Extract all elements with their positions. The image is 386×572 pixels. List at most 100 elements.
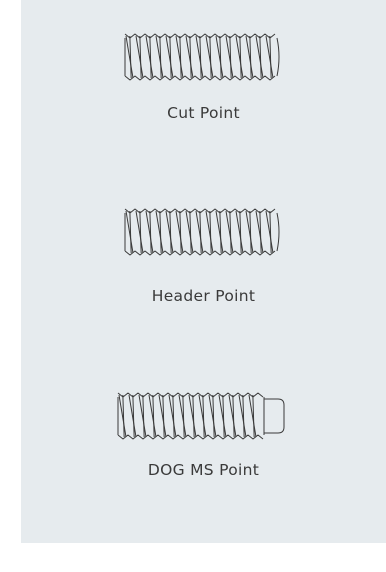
thread-line [219,210,222,254]
thread-line [145,210,154,254]
thread-line [129,35,132,79]
thread-top-profile [117,392,264,398]
thread-line [182,394,185,438]
thread-line [178,394,187,438]
thread-line [248,394,257,438]
thread-line [245,210,254,254]
thread-line [168,394,177,438]
thread-line [125,210,134,254]
thread-line [155,210,164,254]
thread-line [228,394,237,438]
thread-line [209,35,212,79]
thread-line [175,210,184,254]
thread-line [255,210,264,254]
thread-line [149,35,152,79]
thread-line [239,35,242,79]
thread-line [148,394,157,438]
header-point-screw-drawing [124,208,280,256]
screw-right-end [276,212,280,252]
thread-line [175,35,184,79]
header-point-label: Header Point [151,287,256,305]
cut-point-screw-drawing [124,33,280,81]
thread-line [162,394,165,438]
thread-line [259,210,262,254]
thread-line [135,210,144,254]
thread-line [185,35,194,79]
thread-line [215,35,224,79]
thread-line [229,35,232,79]
thread-line [205,35,214,79]
thread-line [139,210,142,254]
dog-ms-point-label: DOG MS Point [147,461,260,479]
thread-line [238,394,247,438]
screw-body [117,392,285,440]
thread-line [235,35,244,79]
thread-line [122,394,125,438]
thread-line [265,35,274,79]
thread-line [149,210,152,254]
thread-line [199,35,202,79]
thread-line [239,210,242,254]
dog-point-tip [264,398,285,434]
thread-line [212,394,215,438]
thread-line [139,35,142,79]
thread-line [202,394,205,438]
thread-line [255,35,264,79]
thread-line [172,394,175,438]
thread-line [269,210,272,254]
thread-line [205,210,214,254]
thread-line [188,394,197,438]
thread-line [169,35,172,79]
thread-line [118,394,127,438]
thread-line [189,210,192,254]
thread-line [222,394,225,438]
thread-line [218,394,227,438]
thread-line [219,35,222,79]
thread-line [129,210,132,254]
thread-line [179,210,182,254]
thread-line [259,35,262,79]
screw-body [124,33,280,81]
thread-line [189,35,192,79]
screw-body [124,208,280,256]
thread-line [225,35,234,79]
thread-line [242,394,245,438]
thread-line [165,210,174,254]
thread-line [165,35,174,79]
thread-line [155,35,164,79]
thread-line [195,210,204,254]
thread-line [249,35,252,79]
thread-line [125,35,134,79]
screw-right-end [276,37,280,77]
cut-point-label: Cut Point [167,104,240,122]
thread-line [192,394,195,438]
thread-line [225,210,234,254]
diagram-panel: Cut Point Header Point DOG MS Point [21,0,386,543]
thread-line [159,35,162,79]
thread-line [132,394,135,438]
thread-line [128,394,137,438]
thread-bottom-profile [117,434,264,440]
thread-line [249,210,252,254]
thread-line [235,210,244,254]
thread-line [232,394,235,438]
thread-line [145,35,154,79]
thread-line [208,394,217,438]
thread-line [185,210,194,254]
thread-line [269,35,272,79]
thread-line [215,210,224,254]
thread-line [179,35,182,79]
thread-line [245,35,254,79]
thread-line [158,394,167,438]
thread-line [142,394,145,438]
thread-line [135,35,144,79]
dog-ms-point-screw-drawing [117,392,285,440]
thread-line [265,210,274,254]
thread-line [152,394,155,438]
thread-line [229,210,232,254]
thread-line [198,394,207,438]
thread-line [252,394,255,438]
thread-line [209,210,212,254]
thread-line [138,394,147,438]
thread-line [159,210,162,254]
